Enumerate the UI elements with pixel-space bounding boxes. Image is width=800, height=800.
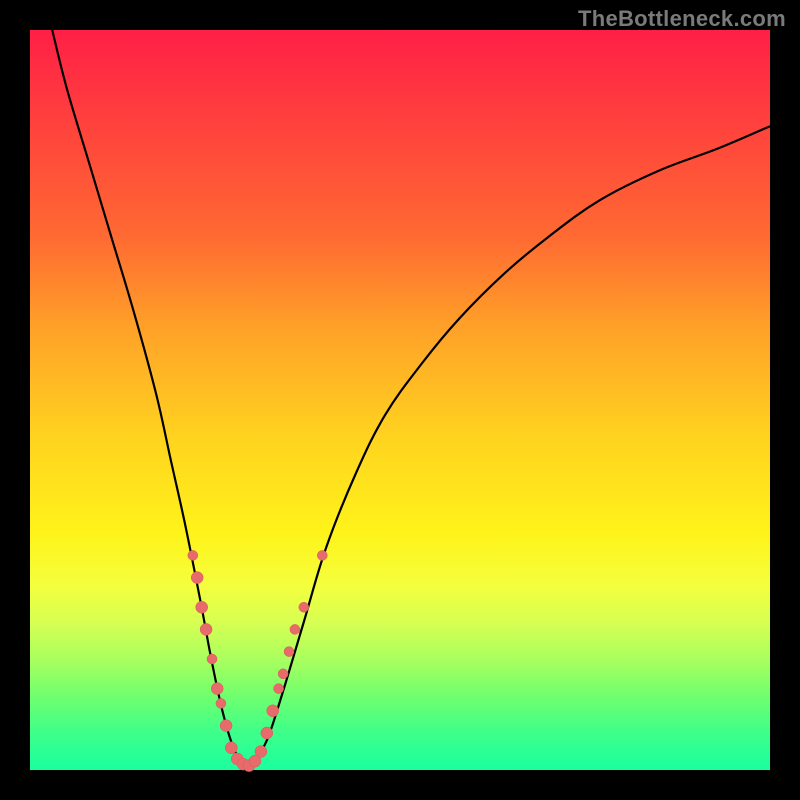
data-marker xyxy=(200,623,212,635)
data-marker xyxy=(267,705,279,717)
data-marker xyxy=(274,684,284,694)
data-marker xyxy=(211,683,223,695)
data-marker xyxy=(191,572,203,584)
data-marker xyxy=(261,727,273,739)
data-marker xyxy=(278,669,288,679)
plot-area xyxy=(30,30,770,770)
data-marker xyxy=(255,746,267,758)
data-marker xyxy=(317,550,327,560)
data-marker xyxy=(220,720,232,732)
bottleneck-curve xyxy=(52,30,770,768)
data-marker xyxy=(225,742,237,754)
data-marker xyxy=(284,647,294,657)
marker-layer xyxy=(188,550,327,771)
data-marker xyxy=(196,601,208,613)
data-marker xyxy=(188,550,198,560)
data-marker xyxy=(216,698,226,708)
watermark-label: TheBottleneck.com xyxy=(578,6,786,32)
curve-svg xyxy=(30,30,770,770)
chart-frame: TheBottleneck.com xyxy=(0,0,800,800)
data-marker xyxy=(299,602,309,612)
data-marker xyxy=(207,654,217,664)
data-marker xyxy=(290,624,300,634)
